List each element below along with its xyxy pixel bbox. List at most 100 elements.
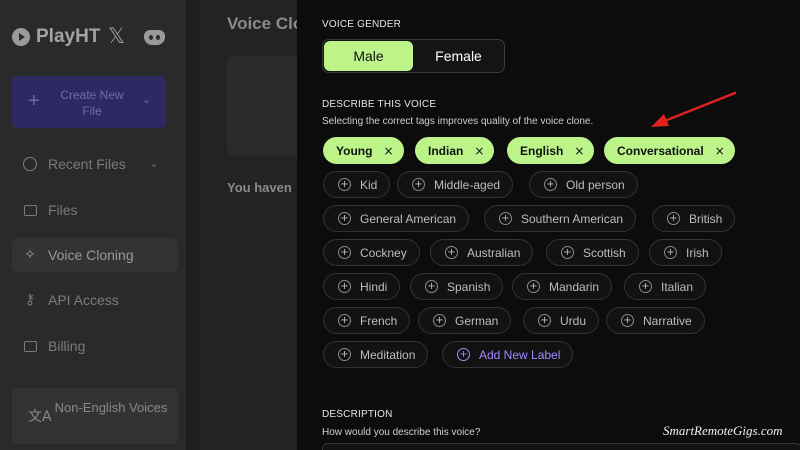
chevron-down-icon[interactable]: ⌄ bbox=[142, 93, 151, 106]
plus-circle-icon: + bbox=[338, 212, 351, 225]
tag-label: Old person bbox=[566, 177, 625, 192]
plus-icon: + bbox=[28, 90, 40, 112]
tag-selected[interactable]: Indian × bbox=[415, 137, 495, 164]
tag-option[interactable]: + Mandarin bbox=[512, 273, 613, 300]
sidebar-item-label: Billing bbox=[48, 338, 86, 354]
sidebar-item-files[interactable]: Files bbox=[12, 193, 178, 227]
close-icon[interactable]: × bbox=[715, 144, 725, 158]
tag-option[interactable]: + Italian bbox=[624, 273, 707, 300]
tag-label: English bbox=[520, 143, 564, 158]
close-icon[interactable]: × bbox=[474, 144, 484, 158]
tag-option[interactable]: + Narrative bbox=[606, 307, 705, 334]
description-label: DESCRIPTION bbox=[322, 409, 393, 420]
tag-option[interactable]: + Hindi bbox=[323, 273, 401, 300]
sidebar-item-label: API Access bbox=[48, 292, 119, 308]
plus-circle-icon: + bbox=[338, 178, 351, 191]
tag-label: Scottish bbox=[583, 245, 626, 260]
tag-label: Kid bbox=[360, 177, 378, 192]
tag-option[interactable]: + Old person bbox=[529, 171, 638, 198]
plus-circle-icon: + bbox=[499, 212, 512, 225]
sidebar-item-label: Files bbox=[48, 202, 78, 218]
content-card bbox=[227, 56, 297, 156]
tag-option[interactable]: + British bbox=[652, 205, 736, 232]
plus-circle-icon: + bbox=[338, 348, 351, 361]
tag-option[interactable]: + French bbox=[323, 307, 411, 334]
brand-logo[interactable]: PlayHT bbox=[12, 26, 100, 48]
plus-circle-icon: + bbox=[544, 178, 557, 191]
tag-label: Urdu bbox=[560, 313, 587, 328]
tag-label: Indian bbox=[428, 143, 464, 158]
gender-option-male[interactable]: Male bbox=[324, 41, 413, 71]
gender-option-female[interactable]: Female bbox=[414, 41, 503, 71]
tag-option[interactable]: + Urdu bbox=[523, 307, 600, 334]
key-icon: ⚷ bbox=[24, 292, 36, 308]
voice-gender-toggle: Male Female bbox=[322, 39, 505, 73]
empty-state-text: You haven bbox=[227, 180, 292, 195]
tag-option[interactable]: + Spanish bbox=[410, 273, 504, 300]
sidebar-item-billing[interactable]: Billing bbox=[12, 329, 178, 363]
add-new-label-text: Add New Label bbox=[479, 347, 561, 362]
tag-label: Middle-aged bbox=[434, 177, 501, 192]
tag-option[interactable]: + General American bbox=[323, 205, 470, 232]
sidebar-divider bbox=[186, 0, 200, 450]
sidebar-item-recent-files[interactable]: Recent Files ⌄ bbox=[12, 147, 178, 181]
description-helper: How would you describe this voice? bbox=[322, 427, 481, 438]
description-input[interactable] bbox=[322, 443, 800, 450]
tag-label: French bbox=[360, 313, 398, 328]
tag-label: Narrative bbox=[643, 313, 692, 328]
plus-circle-icon: + bbox=[621, 314, 634, 327]
plus-circle-icon: + bbox=[667, 212, 680, 225]
main-content: Voice Clon You haven bbox=[200, 0, 297, 450]
tag-option[interactable]: + Southern American bbox=[484, 205, 637, 232]
plus-circle-icon: + bbox=[338, 246, 351, 259]
non-english-voices-button[interactable]: 文A Non-English Voices bbox=[12, 388, 178, 444]
tag-option[interactable]: + Scottish bbox=[546, 239, 639, 266]
describe-voice-helper: Selecting the correct tags improves qual… bbox=[322, 116, 594, 127]
tag-selected[interactable]: Conversational × bbox=[604, 137, 735, 164]
create-new-file-button[interactable]: + Create New File ⌄ bbox=[12, 76, 166, 128]
add-new-label-button[interactable]: + Add New Label bbox=[442, 341, 574, 368]
plus-circle-icon: + bbox=[639, 280, 652, 293]
tag-label: British bbox=[689, 211, 723, 226]
tag-label: German bbox=[455, 313, 499, 328]
tag-label: Meditation bbox=[360, 347, 416, 362]
close-icon[interactable]: × bbox=[383, 144, 393, 158]
folder-icon bbox=[22, 202, 38, 218]
tag-label: Irish bbox=[686, 245, 709, 260]
tag-option[interactable]: + Meditation bbox=[323, 341, 429, 368]
brand-name: PlayHT bbox=[36, 26, 101, 47]
plus-circle-icon: + bbox=[425, 280, 438, 293]
voice-gender-label: VOICE GENDER bbox=[322, 19, 402, 30]
watermark: SmartRemoteGigs.com bbox=[663, 423, 783, 438]
x-twitter-icon[interactable]: 𝕏 bbox=[108, 26, 125, 47]
plus-circle-icon: + bbox=[527, 280, 540, 293]
sidebar-item-label: Voice Cloning bbox=[48, 247, 134, 263]
sparkle-icon: ✧ bbox=[24, 247, 36, 263]
tag-selected[interactable]: Young × bbox=[323, 137, 404, 164]
describe-voice-label: DESCRIBE THIS VOICE bbox=[322, 99, 437, 110]
tag-option[interactable]: + Irish bbox=[649, 239, 722, 266]
plus-circle-icon: + bbox=[433, 314, 446, 327]
tag-option[interactable]: + Middle-aged bbox=[397, 171, 514, 198]
chevron-down-icon: ⌄ bbox=[149, 158, 158, 170]
page-title: Voice Clon bbox=[227, 14, 297, 33]
tag-label: Cockney bbox=[360, 245, 407, 260]
sidebar-item-voice-cloning[interactable]: ✧ Voice Cloning bbox=[12, 238, 178, 272]
tag-option[interactable]: + German bbox=[418, 307, 512, 334]
tag-option[interactable]: + Cockney bbox=[323, 239, 420, 266]
non-english-voices-label: Non-English Voices bbox=[54, 400, 168, 415]
tag-label: Mandarin bbox=[549, 279, 600, 294]
discord-icon[interactable] bbox=[144, 30, 165, 45]
credit-card-icon bbox=[22, 338, 38, 354]
tag-label: Hindi bbox=[360, 279, 388, 294]
tag-label: Spanish bbox=[447, 279, 491, 294]
close-icon[interactable]: × bbox=[574, 144, 584, 158]
tag-option[interactable]: + Australian bbox=[430, 239, 534, 266]
tag-label: General American bbox=[360, 211, 457, 226]
sidebar-item-api-access[interactable]: ⚷ API Access bbox=[12, 283, 178, 317]
tag-label: Southern American bbox=[521, 211, 624, 226]
tag-label: Italian bbox=[661, 279, 694, 294]
tag-selected[interactable]: English × bbox=[507, 137, 595, 164]
tag-option[interactable]: + Kid bbox=[323, 171, 391, 198]
tag-label: Australian bbox=[467, 245, 521, 260]
